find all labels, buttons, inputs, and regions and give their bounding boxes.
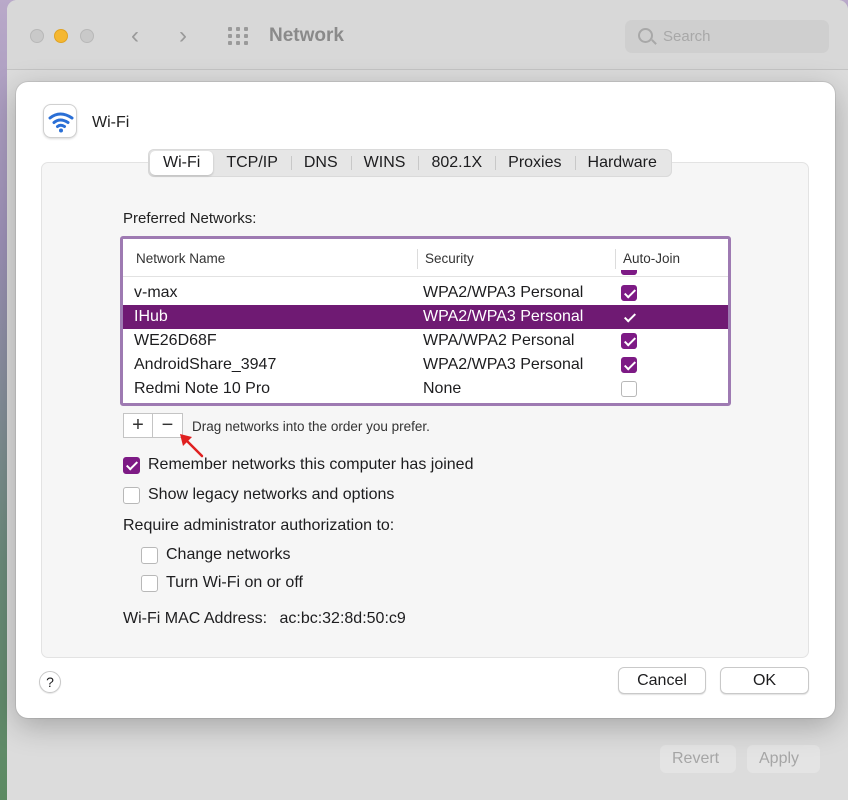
tab-proxies[interactable]: Proxies (495, 151, 574, 175)
add-network-button[interactable]: + (124, 414, 154, 437)
network-name: WE26D68F (134, 332, 217, 349)
table-row[interactable]: v-max WPA2/WPA3 Personal (123, 281, 728, 305)
cancel-button[interactable]: Cancel (618, 667, 706, 694)
toggle-wifi-label: Turn Wi-Fi on or off (166, 574, 303, 591)
show-legacy-label: Show legacy networks and options (148, 486, 395, 503)
minimize-window-button[interactable] (54, 29, 68, 43)
network-security: WPA/WPA2 Personal (423, 332, 575, 349)
forward-icon[interactable]: › (179, 22, 187, 50)
window-title: Network (269, 25, 344, 46)
preferred-networks-label: Preferred Networks: (123, 210, 257, 227)
tab-dns[interactable]: DNS (290, 151, 351, 175)
auto-join-checkbox[interactable] (621, 285, 637, 301)
auto-join-checkbox[interactable] (621, 357, 637, 373)
require-admin-label: Require administrator authorization to: (123, 517, 395, 534)
tab-wins[interactable]: WINS (350, 151, 419, 175)
show-all-grid-icon[interactable] (227, 26, 249, 46)
remember-networks-label: Remember networks this computer has join… (148, 456, 474, 473)
show-legacy-checkbox[interactable] (123, 487, 140, 504)
add-remove-control: + − (123, 413, 183, 438)
preferred-networks-table[interactable]: Network Name Security Auto-Join v-max WP… (120, 236, 731, 406)
toggle-wifi-checkbox[interactable] (141, 575, 158, 592)
table-row[interactable]: WE26D68F WPA/WPA2 Personal (123, 329, 728, 353)
mac-address-label: Wi-Fi MAC Address: (123, 610, 268, 627)
back-icon[interactable]: ‹ (131, 22, 139, 50)
revert-button[interactable]: Revert (660, 745, 736, 773)
help-button[interactable]: ? (39, 671, 61, 693)
search-input[interactable]: Search (625, 20, 829, 53)
network-security: WPA2/WPA3 Personal (423, 308, 584, 325)
search-placeholder: Search (663, 28, 711, 45)
tab-wifi[interactable]: Wi-Fi (150, 151, 214, 175)
titlebar: ‹ › Network Search (7, 0, 848, 70)
search-icon (638, 28, 653, 43)
drag-hint-text: Drag networks into the order you prefer. (192, 419, 430, 434)
auto-join-checkbox[interactable] (621, 333, 637, 349)
tab-tcp-ip[interactable]: TCP/IP (213, 151, 291, 175)
table-row[interactable]: AndroidShare_3947 WPA2/WPA3 Personal (123, 353, 728, 377)
mac-address: Wi-Fi MAC Address: ac:bc:32:8d:50:c9 (123, 610, 406, 628)
change-networks-checkbox[interactable] (141, 547, 158, 564)
remember-networks-checkbox[interactable] (123, 457, 140, 474)
auto-join-checkbox[interactable] (621, 381, 637, 397)
network-security: WPA2/WPA3 Personal (423, 356, 584, 373)
network-name: IHub (134, 308, 168, 325)
column-header-network-name[interactable]: Network Name (136, 251, 225, 266)
table-header: Network Name Security Auto-Join (123, 239, 728, 277)
column-divider[interactable] (417, 249, 418, 269)
change-networks-label: Change networks (166, 546, 291, 563)
table-row[interactable]: IHub WPA2/WPA3 Personal (123, 305, 728, 329)
wifi-settings-sheet: Wi-Fi Wi-Fi TCP/IP DNS WINS 802.1X Proxi… (16, 82, 835, 718)
network-security: None (423, 380, 462, 397)
tab-hardware[interactable]: Hardware (574, 151, 670, 175)
zoom-window-button[interactable] (80, 29, 94, 43)
table-row[interactable]: Redmi Note 10 Pro None (123, 377, 728, 401)
column-header-auto-join[interactable]: Auto-Join (623, 251, 680, 266)
close-window-button[interactable] (30, 29, 44, 43)
network-security: WPA2/WPA3 Personal (423, 284, 584, 301)
ok-button[interactable]: OK (720, 667, 809, 694)
tab-802-1x[interactable]: 802.1X (418, 151, 495, 175)
dialog-title: Wi-Fi (92, 114, 130, 131)
scrolled-row-checkbox (621, 270, 637, 275)
network-name: v-max (134, 284, 178, 301)
tab-bar: Wi-Fi TCP/IP DNS WINS 802.1X Proxies Har… (148, 149, 672, 177)
wifi-icon (43, 104, 77, 138)
column-divider[interactable] (615, 249, 616, 269)
auto-join-checkbox[interactable] (621, 309, 637, 325)
network-name: Redmi Note 10 Pro (134, 380, 271, 397)
column-header-security[interactable]: Security (425, 251, 474, 266)
network-name: AndroidShare_3947 (134, 356, 277, 373)
mac-address-value: ac:bc:32:8d:50:c9 (279, 610, 406, 627)
apply-button[interactable]: Apply (747, 745, 820, 773)
